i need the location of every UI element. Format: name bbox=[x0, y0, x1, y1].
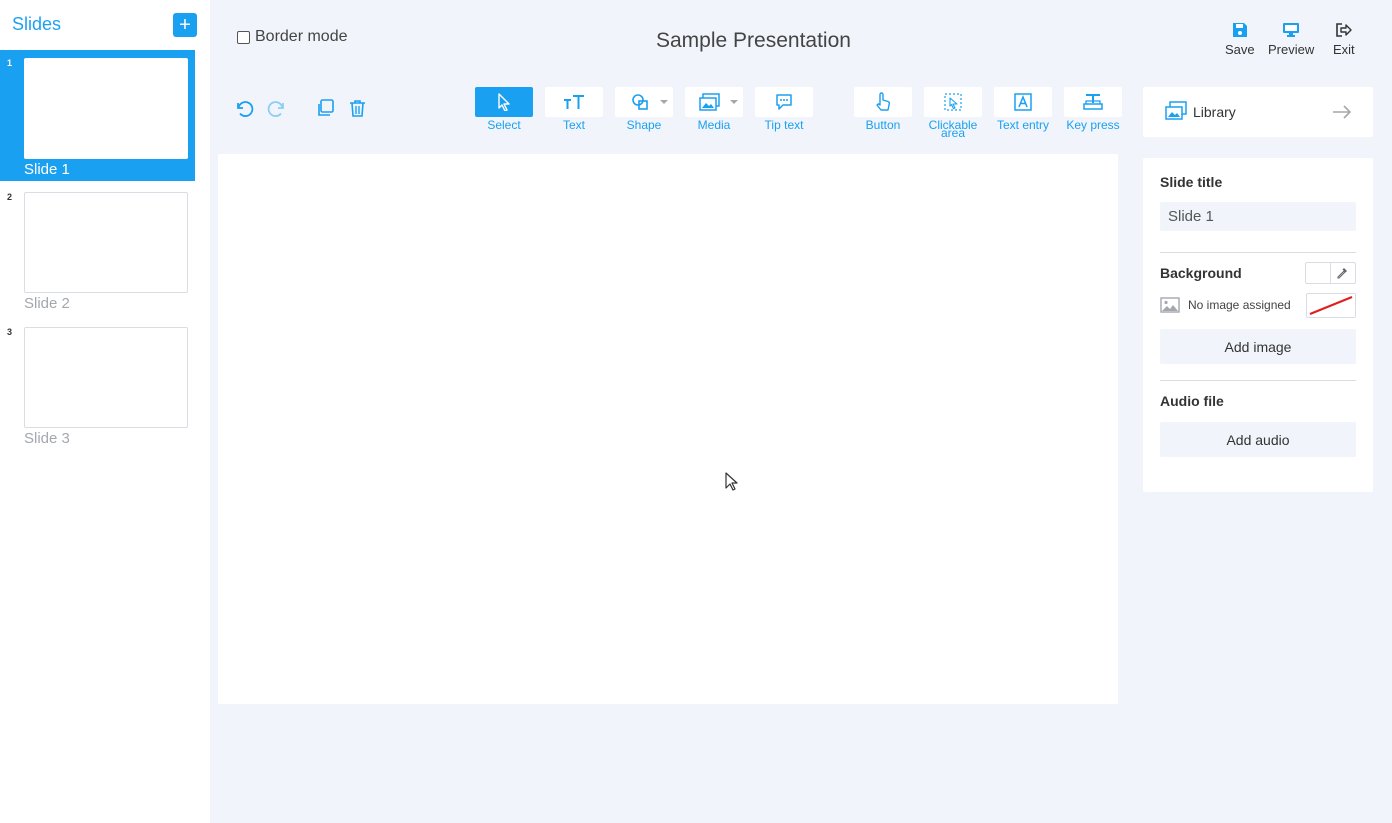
tool-key-press[interactable]: Key press bbox=[1063, 87, 1123, 145]
color-swatch bbox=[1306, 263, 1331, 283]
divider bbox=[1160, 380, 1356, 381]
slide-thumbnail bbox=[24, 58, 188, 159]
speech-bubble-icon bbox=[776, 94, 792, 110]
tool-clickable-area[interactable]: Clickable area bbox=[923, 87, 983, 145]
slide-number: 3 bbox=[7, 327, 13, 337]
save-button[interactable]: Save bbox=[1225, 22, 1255, 57]
tool-button[interactable]: Button bbox=[853, 87, 913, 145]
slide-label: Slide 3 bbox=[24, 430, 70, 447]
slides-sidebar: Slides + 1 Slide 1 2 Slide 2 3 Slide 3 bbox=[0, 0, 210, 823]
slide-properties-panel: Slide title Background No image assigned… bbox=[1143, 158, 1373, 492]
slide-title-input[interactable] bbox=[1160, 202, 1356, 231]
shapes-icon bbox=[632, 94, 648, 110]
chevron-down-icon bbox=[730, 100, 738, 104]
exit-icon bbox=[1336, 23, 1353, 37]
add-audio-button[interactable]: Add audio bbox=[1160, 422, 1356, 457]
media-icon bbox=[699, 93, 720, 111]
clickable-area-icon bbox=[944, 93, 962, 111]
background-heading: Background bbox=[1160, 265, 1242, 281]
tool-text-entry-label: Text entry bbox=[996, 118, 1050, 132]
slide-item-3[interactable]: 3 Slide 3 bbox=[0, 319, 195, 450]
slide-thumbnail bbox=[24, 192, 188, 293]
tool-text[interactable]: Text bbox=[544, 87, 604, 145]
border-mode-label: Border mode bbox=[255, 28, 348, 45]
background-image-status: No image assigned bbox=[1160, 297, 1291, 313]
slide-item-1[interactable]: 1 Slide 1 bbox=[0, 50, 195, 181]
arrow-right-icon[interactable] bbox=[1331, 102, 1353, 122]
pointer-icon bbox=[498, 93, 510, 111]
library-icon bbox=[1165, 101, 1187, 120]
text-icon bbox=[564, 95, 584, 109]
key-press-icon bbox=[1083, 94, 1103, 110]
tool-select-label: Select bbox=[487, 118, 521, 132]
exit-button[interactable]: Exit bbox=[1333, 22, 1355, 57]
exit-label: Exit bbox=[1333, 42, 1355, 57]
tool-key-press-label: Key press bbox=[1066, 118, 1120, 132]
tool-shape-label: Shape bbox=[626, 118, 662, 132]
mouse-cursor-icon bbox=[725, 472, 738, 491]
tool-tip-text-label: Tip text bbox=[764, 118, 804, 132]
divider bbox=[1160, 252, 1356, 253]
text-entry-icon bbox=[1014, 93, 1032, 111]
add-slide-button[interactable]: + bbox=[173, 13, 197, 37]
library-label: Library bbox=[1193, 104, 1236, 120]
slide-number: 1 bbox=[7, 58, 13, 68]
save-label: Save bbox=[1225, 42, 1255, 57]
add-image-button[interactable]: Add image bbox=[1160, 329, 1356, 364]
tool-shape[interactable]: Shape bbox=[614, 87, 674, 145]
library-panel[interactable]: Library bbox=[1143, 87, 1373, 137]
audio-file-heading: Audio file bbox=[1160, 393, 1224, 409]
tool-text-entry[interactable]: Text entry bbox=[993, 87, 1053, 145]
slide-number: 2 bbox=[7, 192, 13, 202]
slide-label: Slide 1 bbox=[24, 161, 70, 178]
slide-label: Slide 2 bbox=[24, 295, 70, 312]
monitor-icon bbox=[1283, 23, 1300, 37]
slide-thumbnail bbox=[24, 327, 188, 428]
save-icon bbox=[1232, 23, 1247, 37]
tool-clickable-area-label: Clickable area bbox=[928, 118, 978, 140]
preview-button[interactable]: Preview bbox=[1268, 22, 1314, 57]
chevron-down-icon bbox=[660, 100, 668, 104]
eyedropper-icon bbox=[1337, 268, 1347, 279]
tool-select[interactable]: Select bbox=[474, 87, 534, 145]
sidebar-title: Slides bbox=[12, 14, 62, 34]
tool-media[interactable]: Media bbox=[684, 87, 744, 145]
slide-canvas[interactable] bbox=[218, 154, 1118, 704]
trash-icon[interactable] bbox=[349, 99, 366, 118]
no-image-text: No image assigned bbox=[1188, 298, 1291, 312]
undo-icon[interactable] bbox=[234, 99, 254, 119]
border-mode-toggle[interactable]: Border mode bbox=[237, 28, 348, 46]
redo-icon[interactable] bbox=[267, 99, 287, 119]
tool-text-label: Text bbox=[562, 118, 585, 132]
sidebar-header: Slides + bbox=[0, 0, 210, 50]
tool-media-label: Media bbox=[697, 118, 731, 132]
presentation-title: Sample Presentation bbox=[656, 29, 851, 52]
tool-tip-text[interactable]: Tip text bbox=[754, 87, 814, 145]
image-icon bbox=[1160, 297, 1180, 313]
hand-pointer-icon bbox=[876, 92, 891, 111]
background-image-swatch[interactable] bbox=[1306, 293, 1356, 318]
tool-button-label: Button bbox=[865, 118, 901, 132]
preview-label: Preview bbox=[1268, 42, 1315, 57]
slide-title-heading: Slide title bbox=[1160, 174, 1223, 190]
border-mode-checkbox[interactable] bbox=[237, 30, 250, 44]
slide-item-2[interactable]: 2 Slide 2 bbox=[0, 184, 195, 315]
background-color-picker[interactable] bbox=[1305, 262, 1356, 284]
no-image-slash-icon bbox=[1309, 295, 1353, 316]
duplicate-icon[interactable] bbox=[316, 99, 335, 118]
